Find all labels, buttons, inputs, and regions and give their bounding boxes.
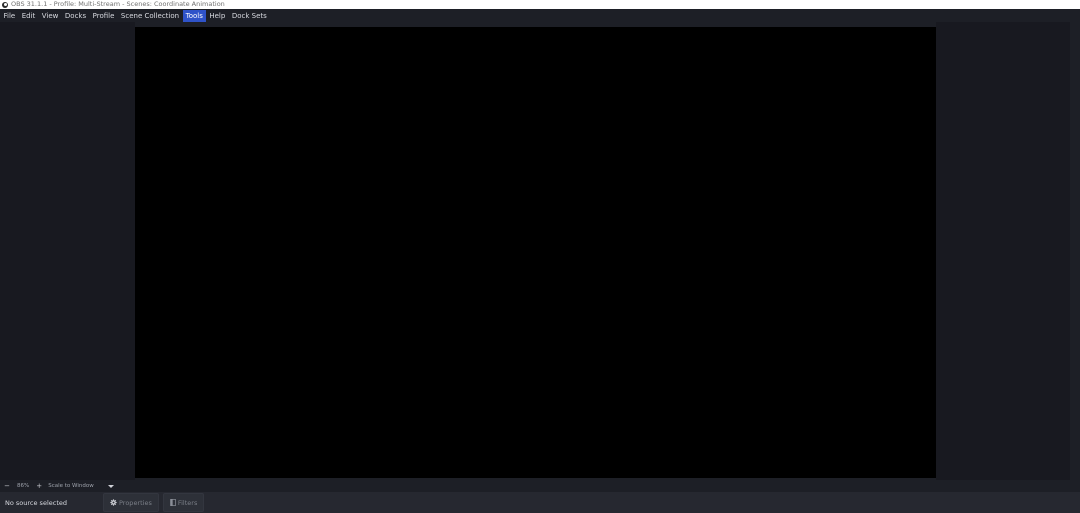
menu-help[interactable]: Help [206, 10, 228, 22]
menu-docks[interactable]: Docks [62, 10, 89, 22]
menu-bar: File Edit View Docks Profile Scene Colle… [0, 9, 1080, 22]
menu-scene-collection[interactable]: Scene Collection [118, 10, 182, 22]
gear-icon [110, 499, 117, 506]
zoom-in-button[interactable]: + [34, 481, 44, 492]
properties-label: Properties [119, 498, 152, 507]
menu-tools[interactable]: Tools [182, 9, 206, 22]
menu-profile[interactable]: Profile [90, 10, 118, 22]
source-status: No source selected [5, 498, 67, 507]
menu-dock-sets[interactable]: Dock Sets [229, 10, 270, 22]
preview-zoom-bar: − 86% + Scale to Window [0, 481, 1080, 492]
properties-button[interactable]: Properties [103, 493, 159, 512]
menu-view[interactable]: View [39, 10, 62, 22]
filters-button[interactable]: Filters [162, 493, 205, 512]
right-dock-panel [936, 22, 1070, 480]
zoom-level: 86% [17, 483, 30, 489]
source-toolbar: No source selected Properties Filters [0, 492, 1080, 513]
window-title: OBS 31.1.1 - Profile: Multi-Stream - Sce… [11, 0, 225, 8]
filters-icon [170, 499, 176, 506]
zoom-out-button[interactable]: − [2, 481, 12, 492]
filters-label: Filters [177, 498, 198, 507]
program-preview[interactable] [135, 27, 936, 478]
left-dock-panel [0, 22, 135, 480]
chevron-down-icon[interactable] [107, 485, 114, 488]
menu-edit[interactable]: Edit [19, 10, 39, 22]
window-titlebar: OBS 31.1.1 - Profile: Multi-Stream - Sce… [0, 0, 1080, 9]
obs-logo-icon [2, 1, 8, 8]
scale-mode-select[interactable]: Scale to Window [48, 481, 94, 492]
menu-file[interactable]: File [1, 10, 19, 22]
